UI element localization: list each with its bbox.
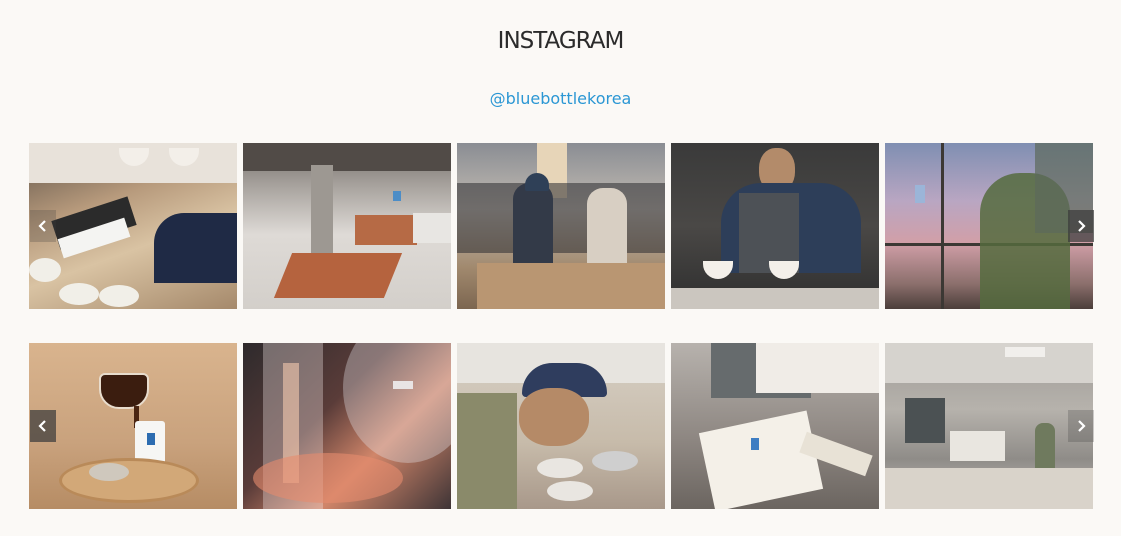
section-title: INSTAGRAM xyxy=(497,28,625,54)
glass-dripper-photo[interactable] xyxy=(243,343,451,509)
coffee-cupping-photo[interactable] xyxy=(29,143,237,309)
carousel-row-1 xyxy=(29,143,1094,309)
instagram-handle-link[interactable]: @bluebottlekorea xyxy=(0,89,1121,108)
carousel-row-1-prev-button[interactable] xyxy=(30,210,56,242)
brick-counter-cafe-photo[interactable] xyxy=(243,143,451,309)
window-logo-sunset-photo[interactable] xyxy=(885,143,1093,309)
chevron-right-icon xyxy=(1078,420,1086,432)
carousel-row-2 xyxy=(29,343,1094,509)
chevron-right-icon xyxy=(1078,220,1086,232)
chevron-left-icon xyxy=(38,420,46,432)
roastery-workers-photo[interactable] xyxy=(885,343,1093,509)
drip-bag-package-photo[interactable] xyxy=(671,343,879,509)
cupping-smell-photo[interactable] xyxy=(457,343,665,509)
chevron-left-icon xyxy=(38,220,46,232)
barista-pour-over-photo[interactable] xyxy=(671,143,879,309)
carousel-row-2-prev-button[interactable] xyxy=(30,410,56,442)
carousel-row-2-next-button[interactable] xyxy=(1068,410,1094,442)
carousel-row-1-next-button[interactable] xyxy=(1068,210,1094,242)
barista-crowd-photo[interactable] xyxy=(457,143,665,309)
pouring-coffee-cup-photo[interactable] xyxy=(29,343,237,509)
